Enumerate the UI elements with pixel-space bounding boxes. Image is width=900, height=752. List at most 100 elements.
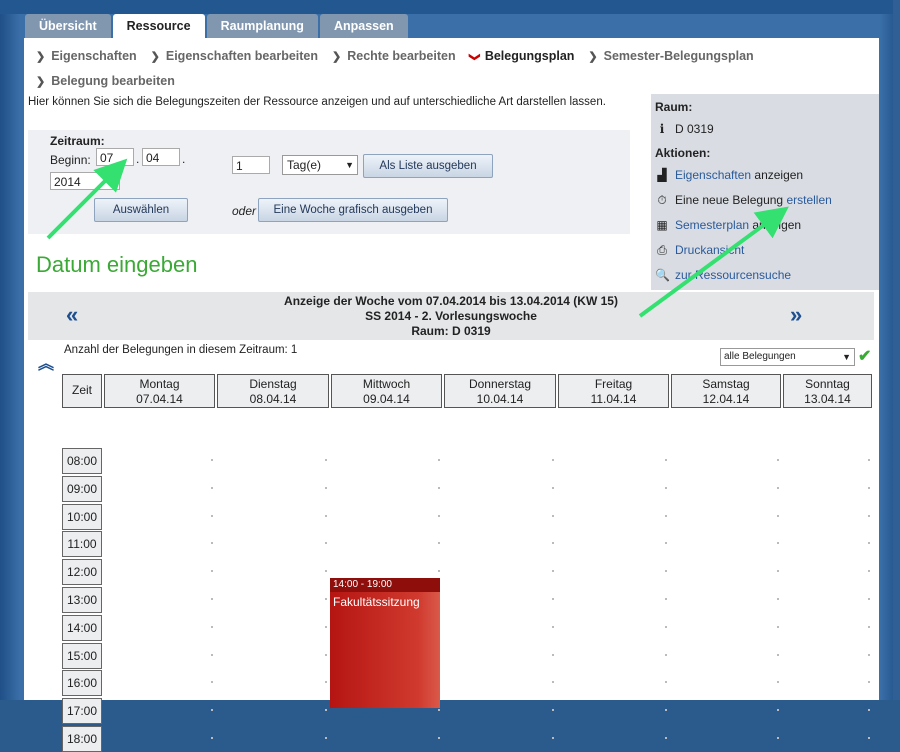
- search-icon: 🔍: [655, 268, 670, 282]
- year-input[interactable]: 2014: [50, 172, 120, 190]
- day-name: Mittwoch: [362, 377, 411, 391]
- grid-dot: [211, 598, 213, 600]
- subnav-item[interactable]: ❯ Eigenschaften bearbeiten: [151, 44, 318, 69]
- time-slot: 13:00: [62, 587, 102, 613]
- zeitraum-label: Zeitraum:: [50, 134, 105, 148]
- grid-dot: [777, 625, 779, 628]
- grid-dot: [211, 653, 213, 656]
- action-link[interactable]: Semesterplan: [675, 218, 749, 232]
- intro-text: Hier können Sie sich die Belegungszeiten…: [28, 96, 606, 108]
- day-date: 12.04.14: [702, 392, 750, 406]
- unit-select[interactable]: Tag(e) ▼: [282, 155, 358, 175]
- clock-add-icon: ⏱: [657, 193, 667, 207]
- day-header: Mittwoch 09.04.14: [331, 374, 442, 408]
- grid-dot: [777, 681, 779, 684]
- day-header: Freitag 11.04.14: [558, 374, 669, 408]
- grid-dot: [868, 486, 870, 489]
- grid-dot: [552, 570, 554, 573]
- week-title: Anzeige der Woche vom 07.04.2014 bis 13.…: [284, 294, 618, 308]
- action-item: ▦ Semesterplan anzeigen: [655, 218, 801, 232]
- subnav-item[interactable]: ❯ Eigenschaften: [36, 44, 137, 69]
- subnav-item[interactable]: ❯ Belegungsplan: [468, 44, 575, 69]
- time-slot: 09:00: [62, 475, 102, 502]
- tab-3[interactable]: Anpassen: [319, 14, 408, 38]
- chevron-down-icon: ▼: [842, 352, 851, 362]
- grid-dot: [868, 459, 870, 461]
- subnav-item[interactable]: ❯ Semester-Belegungsplan: [588, 44, 753, 69]
- grid-dot: [438, 709, 440, 712]
- grid-dot: [211, 737, 213, 739]
- tab-1[interactable]: Ressource: [112, 14, 205, 38]
- grid-dot: [552, 459, 554, 461]
- date-separator: .: [182, 152, 186, 166]
- action-link[interactable]: zur Ressourcensuche: [675, 268, 791, 282]
- date-separator: .: [136, 152, 140, 166]
- calendar-icon: ▦: [656, 218, 668, 232]
- select-button[interactable]: Auswählen: [94, 198, 188, 222]
- grid-dot: [438, 486, 440, 489]
- time-slot: 18:00: [62, 726, 102, 752]
- tab-2[interactable]: Raumplanung: [206, 14, 318, 38]
- subnav-item[interactable]: ❯ Belegung bearbeiten: [36, 69, 175, 94]
- grid-dot: [868, 542, 870, 545]
- grid-dot: [438, 459, 440, 461]
- next-week-button[interactable]: »: [790, 302, 802, 328]
- grid-dot: [665, 570, 667, 573]
- filter-select[interactable]: alle Belegungen ▼: [720, 348, 855, 366]
- grid-dot: [211, 681, 213, 684]
- properties-icon: ▟: [657, 168, 667, 182]
- grid-dot: [211, 709, 213, 712]
- time-slot: 17:00: [62, 698, 102, 725]
- grid-dot: [777, 598, 779, 600]
- grid-dot: [552, 681, 554, 684]
- grid-dot: [777, 570, 779, 573]
- count-input[interactable]: 1: [232, 156, 270, 174]
- booking-event[interactable]: 14:00 - 19:00 Fakultätssitzung: [330, 578, 440, 708]
- grid-dot: [325, 514, 327, 517]
- time-slot: 14:00: [62, 614, 102, 641]
- chevron-right-icon: ❯: [588, 51, 598, 63]
- grid-dot: [868, 514, 870, 517]
- action-link[interactable]: Druckansicht: [675, 243, 744, 257]
- action-item: ▟ Eigenschaften anzeigen: [655, 168, 803, 182]
- action-item: ⏱ Eine neue Belegung erstellen: [655, 193, 831, 207]
- tab-0[interactable]: Übersicht: [25, 14, 111, 38]
- grid-dot: [665, 653, 667, 656]
- chevron-right-icon: ❯: [332, 51, 342, 63]
- subnav-label: Belegungsplan: [484, 49, 575, 63]
- check-icon[interactable]: ✔: [858, 346, 871, 366]
- prev-week-button[interactable]: «: [66, 302, 78, 328]
- list-output-button[interactable]: Als Liste ausgeben: [363, 154, 493, 178]
- grid-dot: [665, 625, 667, 628]
- chevron-right-icon: ❯: [150, 51, 160, 63]
- grid-dot: [211, 542, 213, 545]
- grid-dot: [868, 737, 870, 739]
- event-title: Fakultätssitzung: [333, 595, 420, 609]
- action-link[interactable]: erstellen: [786, 193, 831, 207]
- grid-dot: [211, 625, 213, 628]
- grid-dot: [552, 542, 554, 545]
- week-graphic-button[interactable]: Eine Woche grafisch ausgeben: [258, 198, 448, 222]
- grid-dot: [325, 542, 327, 545]
- action-item: 🔍 zur Ressourcensuche: [655, 268, 791, 282]
- grid-dot: [552, 625, 554, 628]
- grid-dot: [868, 598, 870, 600]
- aktionen-heading: Aktionen:: [655, 146, 711, 160]
- grid-dot: [325, 737, 327, 739]
- day-input[interactable]: 07: [96, 148, 134, 166]
- action-label: Eine neue Belegung: [675, 193, 787, 207]
- grid-dot: [552, 737, 554, 739]
- action-item: ⎙ Druckansicht: [655, 243, 744, 257]
- subnav-label: Eigenschaften: [51, 49, 137, 63]
- month-input[interactable]: 04: [142, 148, 180, 166]
- raum-value: D 0319: [675, 122, 714, 136]
- chevron-down-icon: ❯: [468, 52, 481, 62]
- grid-dot: [325, 459, 327, 461]
- action-link[interactable]: Eigenschaften: [675, 168, 751, 182]
- collapse-up-icon[interactable]: ︽: [38, 350, 54, 374]
- info-icon: i: [659, 122, 665, 136]
- subnav-label: Belegung bearbeiten: [51, 74, 175, 88]
- action-text: Eigenschaften anzeigen: [675, 168, 803, 182]
- grid-dot: [325, 681, 327, 684]
- subnav-item[interactable]: ❯ Rechte bearbeiten: [332, 44, 456, 69]
